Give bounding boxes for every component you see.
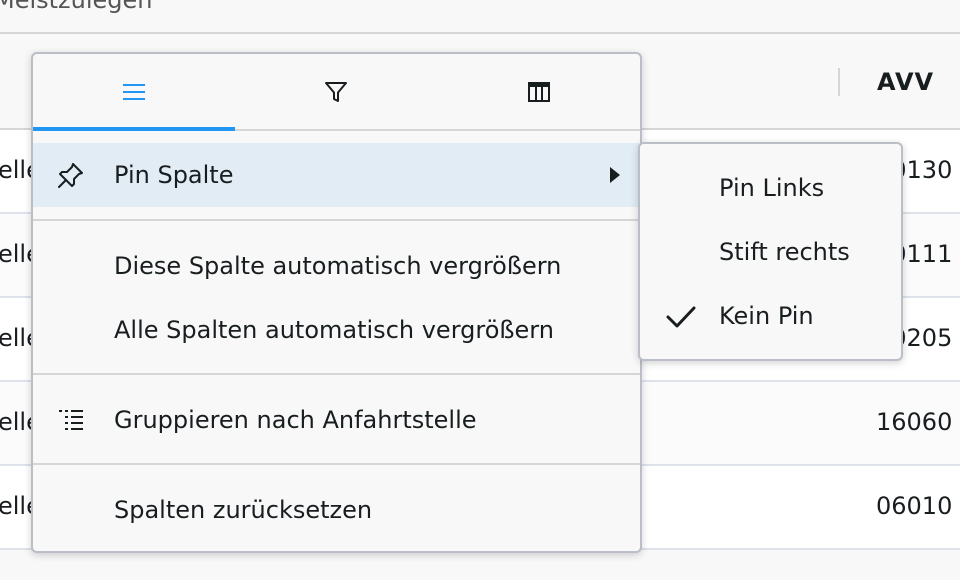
header-column-separator[interactable]: [838, 68, 840, 96]
columns-icon: [527, 81, 550, 102]
header-cell-avv[interactable]: AVV: [877, 68, 934, 96]
toolbar-label: Meistzulegen: [0, 0, 153, 14]
menu-lines-icon: [123, 83, 146, 100]
menu-separator: [33, 219, 640, 221]
group-list-icon: [57, 406, 85, 434]
pin-icon: [57, 161, 85, 189]
grid-page: Meistzulegen AVV elle 00130 elle 30111 e…: [0, 0, 960, 580]
submenu-arrow-icon: [610, 167, 620, 183]
menu-separator: [33, 463, 640, 465]
submenu-item-pin-right[interactable]: Stift rechts: [640, 222, 901, 286]
menu-item-label: Alle Spalten automatisch vergrößern: [114, 316, 554, 344]
menu-item-label: Pin Spalte: [114, 161, 234, 189]
column-menu: Pin Spalte Diese Spalte automatisch verg…: [31, 52, 642, 553]
table-cell: 16060: [876, 408, 953, 436]
check-icon: [666, 306, 696, 328]
submenu-item-label: Stift rechts: [719, 238, 850, 266]
column-menu-tabs: [33, 54, 640, 131]
submenu-item-label: Pin Links: [719, 174, 825, 202]
menu-item-label: Diese Spalte automatisch vergrößern: [114, 252, 562, 280]
grid-toolbar: Meistzulegen: [0, 0, 960, 34]
menu-item-group-by[interactable]: Gruppieren nach Anfahrtstelle: [33, 388, 640, 452]
menu-item-pin-column[interactable]: Pin Spalte: [33, 143, 640, 207]
table-cell: 06010: [876, 492, 953, 520]
tab-general[interactable]: [33, 54, 236, 131]
menu-separator: [33, 373, 640, 375]
menu-item-autosize-all[interactable]: Alle Spalten automatisch vergrößern: [33, 298, 640, 362]
menu-item-label: Gruppieren nach Anfahrtstelle: [114, 406, 477, 434]
menu-item-reset-columns[interactable]: Spalten zurücksetzen: [33, 478, 640, 542]
submenu-item-pin-left[interactable]: Pin Links: [640, 158, 901, 222]
tab-columns[interactable]: [438, 54, 640, 129]
menu-item-autosize-column[interactable]: Diese Spalte automatisch vergrößern: [33, 234, 640, 298]
menu-item-label: Spalten zurücksetzen: [114, 496, 373, 524]
submenu-item-label: Kein Pin: [719, 302, 814, 330]
pin-submenu: Pin Links Stift rechts Kein Pin: [638, 142, 903, 361]
filter-icon: [325, 81, 348, 102]
submenu-item-no-pin[interactable]: Kein Pin: [640, 286, 901, 350]
tab-filter[interactable]: [235, 54, 437, 129]
